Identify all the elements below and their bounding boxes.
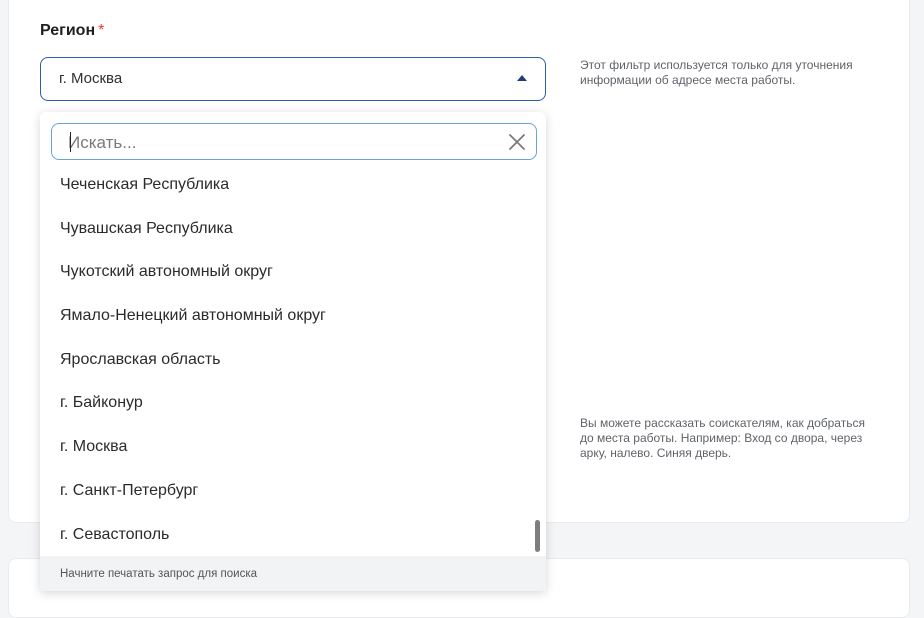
region-hint: Этот фильтр используется только для уточ…	[580, 58, 853, 87]
region-list: Чеченская Республика Чувашская Республик…	[40, 163, 546, 556]
list-item[interactable]: Чеченская Республика	[40, 163, 546, 207]
directions-hint: Вы можете рассказать соискателям, как до…	[580, 416, 865, 460]
scrollbar-thumb[interactable]	[535, 520, 540, 552]
list-item[interactable]: г. Байконур	[40, 381, 546, 425]
region-dropdown: Чеченская Республика Чувашская Республик…	[40, 112, 546, 591]
list-item[interactable]: Ярославская область	[40, 338, 546, 382]
search-input[interactable]	[66, 130, 490, 156]
list-item[interactable]: Ямало-Ненецкий автономный округ	[40, 294, 546, 338]
region-select[interactable]: г. Москва	[40, 57, 546, 101]
search-box	[51, 123, 537, 160]
list-item[interactable]: г. Севастополь	[40, 513, 546, 557]
list-item[interactable]: г. Санкт-Петербург	[40, 469, 546, 513]
list-item[interactable]: Чувашская Республика	[40, 207, 546, 251]
caret-up-icon	[517, 75, 527, 81]
region-label: Регион *	[40, 22, 104, 40]
list-item[interactable]: г. Москва	[40, 425, 546, 469]
search-hint-footer: Начните печатать запрос для поиска	[40, 556, 546, 591]
region-label-text: Регион	[40, 22, 96, 39]
region-select-value: г. Москва	[59, 70, 123, 87]
close-icon[interactable]	[508, 133, 526, 151]
text-cursor	[70, 132, 71, 152]
list-item[interactable]: Чукотский автономный округ	[40, 250, 546, 294]
required-mark: *	[98, 22, 105, 39]
